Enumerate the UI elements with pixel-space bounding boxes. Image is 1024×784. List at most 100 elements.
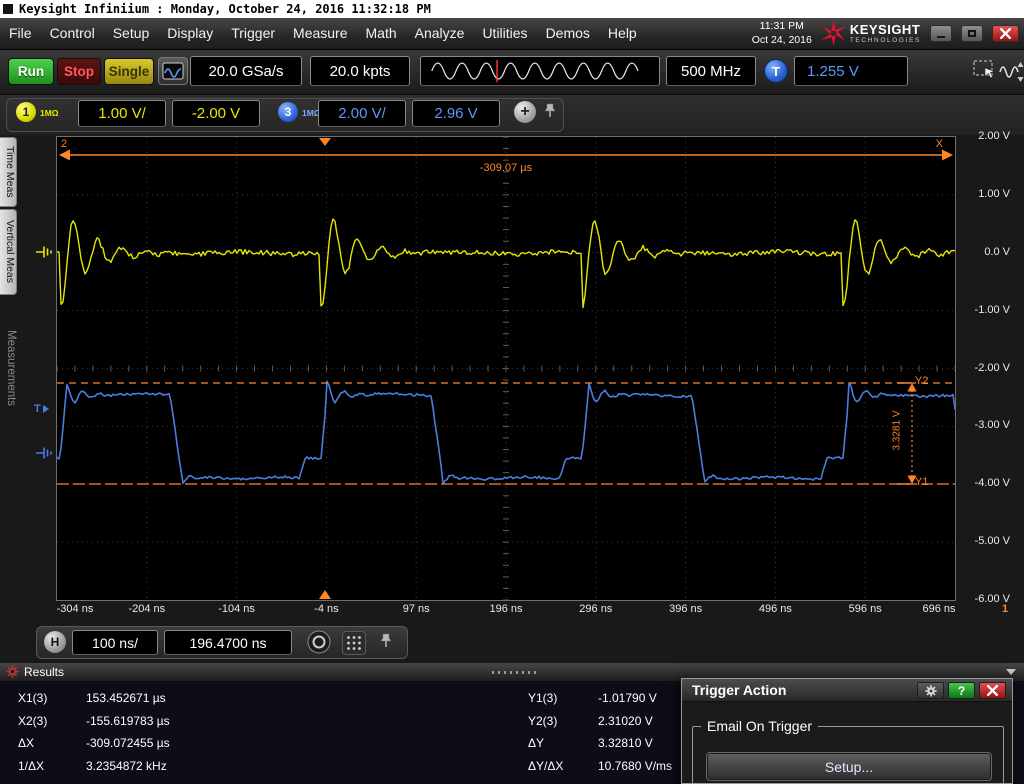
result-row: ΔY 3.32810 V [528,732,672,755]
restore-button[interactable] [961,25,983,42]
channel1-button[interactable]: 1 [16,102,36,122]
pin-icon[interactable] [544,103,556,123]
delta-y-value-label: 3.3281 V [891,410,903,451]
result-row: ΔX -309.072455 µs [18,732,170,755]
ch1-ground-marker-icon[interactable] [36,245,54,264]
menubar: File Control Setup Display Trigger Measure Mat… [0,18,1024,50]
email-on-trigger-group: Email On Trigger Setup... [692,718,1004,783]
channel1-offset-display[interactable]: -2.00 V [172,100,260,127]
trigger-level-display[interactable]: 1.255 V [794,56,908,86]
keysight-spark-icon [820,21,846,46]
time-axis-tick: -4 ns [314,603,339,615]
acquire-icon [162,62,184,80]
result-label: X2(3) [18,713,48,728]
pin-icon[interactable] [380,633,392,653]
measurements-panel-tab[interactable]: Measurements [1,330,17,480]
result-row: X2(3) -155.619783 µs [18,710,170,733]
result-value: 10.7680 V/ms [598,758,673,773]
stop-button[interactable]: Stop [57,58,101,85]
restore-icon [968,30,976,37]
close-icon [987,685,998,696]
sample-rate-display[interactable]: 20.0 GSa/s [190,56,302,86]
channel3-button[interactable]: 3 [278,102,298,122]
voltage-axis-labels: 2.00 V 1.00 V 0.0 V -1.00 V -2.00 V -3.00 V -4… [956,130,1014,613]
ch3-ground-marker-icon[interactable] [36,446,54,465]
scope-graticule [57,137,955,600]
axis-channel-indicator: 1 [1002,603,1009,615]
acquire-mode-button[interactable] [158,57,188,85]
channel3-offset-display[interactable]: 2.96 V [412,100,500,127]
horizontal-button[interactable]: H [44,631,66,653]
channel1-scale-display[interactable]: 1.00 V/ [78,100,166,127]
channel3-scale-display[interactable]: 2.00 V/ [318,100,406,127]
add-channel-button[interactable]: + [514,101,536,123]
waveform-scale-button[interactable] [999,57,1024,90]
voltage-axis-tick: -2.00 V [974,361,1010,374]
region-select-button[interactable] [972,57,998,90]
waveform-preview-icon [431,59,639,83]
time-axis-tick: 296 ns [579,603,613,615]
menu-item[interactable]: Display [158,18,222,49]
trigger-button[interactable]: T [764,59,788,83]
time-axis-tick: 97 ns [402,603,430,615]
run-button[interactable]: Run [8,58,54,85]
brand-subname: TECHNOLOGIES [849,36,921,44]
menu-item[interactable]: Measure [284,18,356,49]
waveform-preview[interactable] [420,56,660,86]
setup-button[interactable]: Setup... [706,752,992,781]
memory-depth-display[interactable]: 20.0 kpts [310,56,410,86]
result-row: Y1(3) -1.01790 V [528,687,672,710]
menu-item[interactable]: Utilities [473,18,536,49]
result-value: -1.01790 V [598,691,657,706]
zoom-button[interactable] [306,629,332,660]
result-row: ΔY/ΔX 10.7680 V/ms [528,755,672,778]
time-axis-tick: -104 ns [218,603,255,615]
dialog-close-button[interactable] [979,682,1006,699]
menu-item[interactable]: Trigger [222,18,284,49]
gear-icon[interactable] [6,665,19,683]
time-axis-labels: -304 ns -204 ns -104 ns -4 ns 97 ns 196 ns 296… [57,603,969,617]
y1-cursor-label: Y1 [915,476,929,488]
gear-icon [924,684,937,697]
menu-item[interactable]: File [0,18,41,49]
time-axis-tick: -304 ns [56,603,94,615]
results-title: Results [24,665,65,679]
menu-item[interactable]: Analyze [406,18,474,49]
menu-item[interactable]: Help [599,18,646,49]
time-axis-tick: 396 ns [669,603,703,615]
menu-item[interactable]: Demos [537,18,599,49]
measurement-tab[interactable]: Vertical Meas [0,209,17,295]
timebase-display[interactable]: 100 ns/ [72,630,158,655]
region-select-icon [973,60,995,79]
waveform-display[interactable]: 2 X -309.07 µs Y2 Y1 3.3281 V [57,137,955,600]
channel1-impedance: 1MΩ [40,108,59,118]
voltage-axis-tick: -3.00 V [974,419,1010,432]
measurement-tab[interactable]: Time Meas [0,137,17,207]
grid-dots-button[interactable] [342,631,366,655]
y2-cursor-label: Y2 [915,375,929,387]
results-left-column: X1(3) 153.452671 µs X2(3) -155.619783 µs… [18,687,170,777]
waveform-scale-icon [999,62,1024,82]
single-button[interactable]: Single [104,58,154,85]
result-row: 1/ΔX 3.2354872 kHz [18,755,170,778]
window-titlebar: Keysight Infiniium : Monday, October 24,… [0,0,1024,18]
bandwidth-display[interactable]: 500 MHz [666,56,756,86]
time-axis-tick: -204 ns [128,603,166,615]
result-label: Y1(3) [528,691,558,706]
trigger-marker-letter: T [34,403,41,415]
close-icon [1000,28,1011,39]
menu-item[interactable]: Setup [104,18,159,49]
menu-item[interactable]: Control [41,18,104,49]
close-button[interactable] [992,25,1019,42]
voltage-axis-tick: 1.00 V [978,187,1010,200]
minimize-button[interactable] [930,25,952,42]
dialog-help-button[interactable]: ? [948,682,975,699]
drag-handle-icon[interactable] [492,671,536,674]
menu-item[interactable]: Math [357,18,406,49]
horizontal-position-display[interactable]: 196.4700 ns [164,630,292,655]
results-right-column: Y1(3) -1.01790 V Y2(3) 2.31020 V ΔY 3.32… [528,687,672,777]
dialog-settings-button[interactable] [917,682,944,699]
collapse-icon[interactable] [1006,669,1016,675]
menu-items: File Control Setup Display Trigger Measure Mat… [0,18,646,49]
trigger-level-icon[interactable]: T [34,403,49,415]
